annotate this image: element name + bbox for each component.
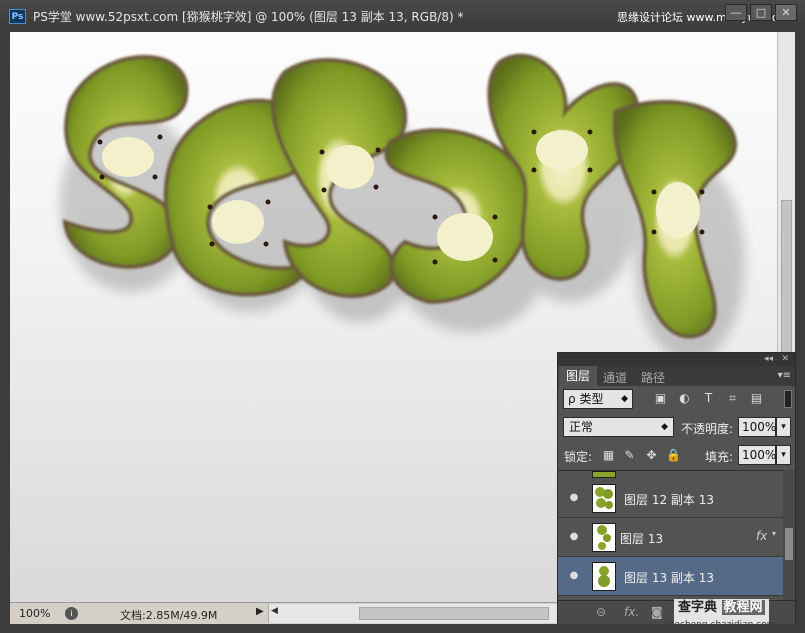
panel-header: ◂◂ ✕ <box>558 353 795 366</box>
filter-kind-label: 类型 <box>579 392 604 406</box>
eye-icon[interactable]: ● <box>568 570 580 582</box>
eye-icon[interactable]: ● <box>568 531 580 543</box>
layer-thumbnail <box>592 484 616 513</box>
layer-thumbnail <box>592 523 616 552</box>
layer-effects-icon[interactable]: fx <box>756 529 767 543</box>
title-bar: Ps PS学堂 www.52psxt.com [猕猴桃字效] @ 100% (图… <box>0 0 805 32</box>
lock-row: 锁定: ▦ ✎ ✥ 🔒 填充: 100% ▾ <box>558 443 795 469</box>
pixel-filter-icon[interactable]: ▣ <box>653 391 668 406</box>
adjustment-filter-icon[interactable]: ◐ <box>677 391 692 406</box>
logo-text: 查字典 教程网 <box>678 599 765 617</box>
add-mask-icon[interactable]: ◙ <box>651 605 663 619</box>
document-size: 文档:2.85M/49.9M <box>120 609 218 622</box>
layers-list: ● 图层 12 副本 13 ● 图层 13 fx ▾ ● 图层 13 副本 13 <box>558 470 783 601</box>
panel-menu-icon[interactable]: ▾≡ <box>778 370 791 381</box>
opacity-slider-icon[interactable]: ▾ <box>776 417 791 437</box>
lock-position-icon[interactable]: ✥ <box>644 448 659 463</box>
search-icon: ρ <box>568 392 576 406</box>
blend-row: 正常 ◆ 不透明度: 100% ▾ <box>558 415 795 441</box>
layer-row[interactable]: ● 图层 13 fx ▾ <box>558 518 783 557</box>
smart-object-filter-icon[interactable]: ▤ <box>749 391 764 406</box>
close-button[interactable]: ✕ <box>775 4 797 21</box>
opacity-field[interactable]: 100% <box>738 417 776 437</box>
zoom-level[interactable]: 100% <box>19 607 50 620</box>
maximize-button[interactable]: □ <box>750 4 772 21</box>
status-bar: 100% i 文档:2.85M/49.9M ▶ ◀ <box>10 602 558 625</box>
blend-mode-select[interactable]: 正常 ◆ <box>563 417 674 437</box>
dropdown-arrow-icon: ◆ <box>661 422 668 432</box>
status-menu-arrow-icon[interactable]: ▶ <box>256 606 264 617</box>
scroll-left-arrow-icon[interactable]: ◀ <box>271 606 278 616</box>
dropdown-arrow-icon: ◆ <box>621 394 628 404</box>
panel-tabs: 图层 通道 路径 ▾≡ <box>558 366 795 386</box>
add-style-icon[interactable]: fx. <box>624 605 639 619</box>
window-right-edge <box>795 32 805 633</box>
lock-label: 锁定: <box>564 450 593 464</box>
blend-mode-value: 正常 <box>569 420 594 434</box>
minimize-button[interactable]: — <box>725 4 747 21</box>
logo-main-text: 查字典 <box>678 600 718 615</box>
layer-name: 图层 13 副本 13 <box>624 571 714 585</box>
window-controls: — □ ✕ <box>725 4 797 21</box>
layer-row[interactable]: ● 图层 12 副本 13 <box>558 479 783 518</box>
info-icon[interactable]: i <box>65 607 78 620</box>
lock-transparency-icon[interactable]: ▦ <box>601 448 616 463</box>
layer-thumbnail <box>592 471 616 478</box>
expand-effects-icon[interactable]: ▾ <box>772 529 776 538</box>
collapse-panel-icon[interactable]: ◂◂ <box>764 353 773 366</box>
fill-slider-icon[interactable]: ▾ <box>776 445 791 465</box>
tab-paths[interactable]: 路径 <box>641 369 665 386</box>
layer-name: 图层 12 副本 13 <box>624 493 714 507</box>
list-item[interactable] <box>558 471 783 479</box>
layer-name: 图层 13 <box>620 532 664 546</box>
shape-filter-icon[interactable]: ⌗ <box>725 391 740 406</box>
horizontal-scrollbar[interactable]: ◀ <box>268 604 557 623</box>
lock-all-icon[interactable]: 🔒 <box>666 448 681 463</box>
tab-channels[interactable]: 通道 <box>603 369 627 386</box>
logo-badge: 教程网 <box>721 600 765 615</box>
layer-filter-row: ρ 类型 ◆ ▣ ◐ T ⌗ ▤ <box>558 386 795 415</box>
window-bottom-edge <box>0 624 805 633</box>
document-title: PS学堂 www.52psxt.com [猕猴桃字效] @ 100% (图层 1… <box>33 10 464 24</box>
lock-brush-icon[interactable]: ✎ <box>622 448 637 463</box>
close-panel-icon[interactable]: ✕ <box>781 353 789 366</box>
tab-layers[interactable]: 图层 <box>559 366 598 386</box>
layer-thumbnail <box>592 562 616 591</box>
fill-label: 填充: <box>705 450 734 464</box>
layers-scroll-thumb[interactable] <box>785 528 793 560</box>
filter-toggle[interactable] <box>784 390 792 408</box>
photoshop-logo-icon: Ps <box>9 9 26 24</box>
layer-row-selected[interactable]: ● 图层 13 副本 13 <box>558 557 783 596</box>
horizontal-scroll-thumb[interactable] <box>359 607 549 620</box>
opacity-label: 不透明度: <box>681 422 734 436</box>
link-layers-icon[interactable]: ⊝ <box>596 605 606 619</box>
layers-scrollbar[interactable] <box>783 470 795 600</box>
fill-field[interactable]: 100% <box>738 445 776 465</box>
type-filter-icon[interactable]: T <box>701 391 716 406</box>
layers-panel: ◂◂ ✕ 图层 通道 路径 ▾≡ ρ 类型 ◆ ▣ ◐ T ⌗ ▤ 正常 ◆ 不… <box>557 352 796 624</box>
eye-icon[interactable]: ● <box>568 492 580 504</box>
layer-kind-filter[interactable]: ρ 类型 ◆ <box>563 389 633 409</box>
